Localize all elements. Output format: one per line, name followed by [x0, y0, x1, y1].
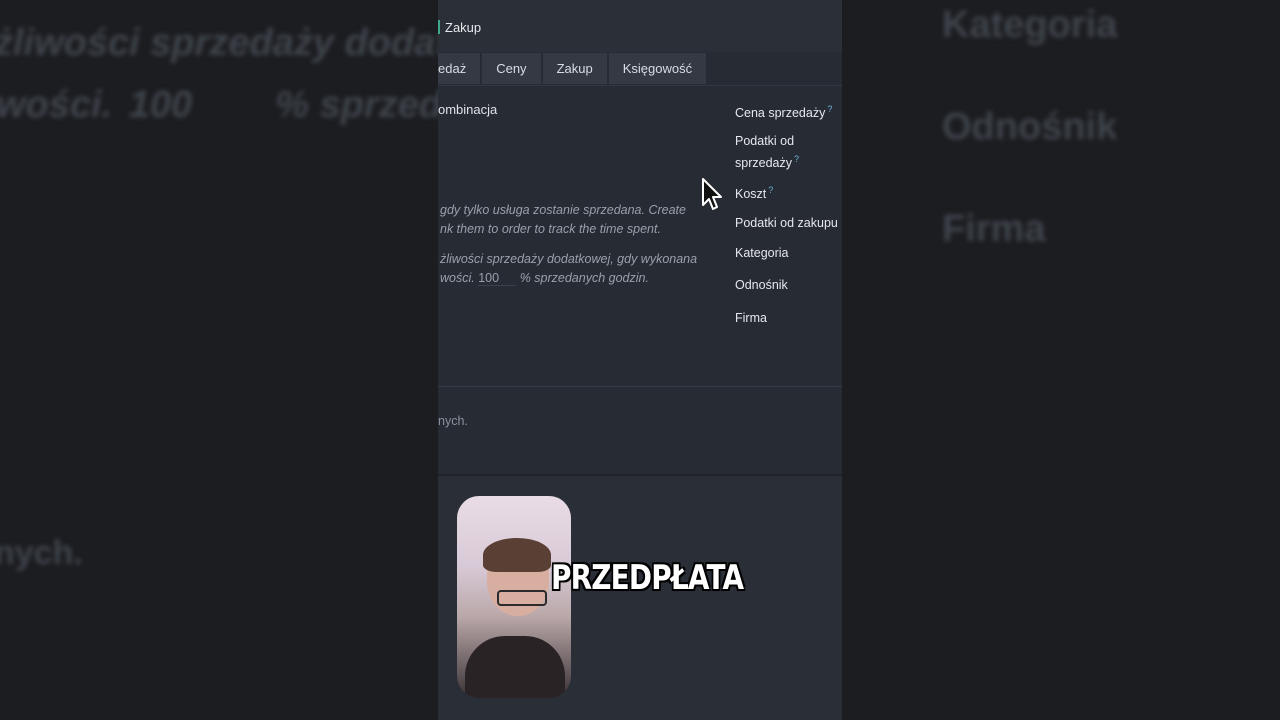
- blurred-background-right: Kategoria Odnośnik Firma: [842, 0, 1280, 720]
- percentage-input[interactable]: 100: [478, 271, 517, 286]
- person-body: [465, 636, 565, 698]
- page-title: Zakup: [445, 20, 482, 35]
- divider: [438, 386, 842, 387]
- help-icon[interactable]: ?: [768, 185, 773, 195]
- blurred-text: nych.: [0, 534, 83, 572]
- blurred-background-left: żliwości sprzedaży dodat wości. 100 % sp…: [0, 0, 438, 720]
- divider: [438, 85, 842, 86]
- help-icon[interactable]: ?: [827, 104, 832, 114]
- tab-purchase[interactable]: Zakup: [542, 53, 607, 84]
- accent-marker: [438, 20, 440, 34]
- combination-label: ombinacja: [438, 102, 498, 117]
- company-label: Firma: [735, 311, 767, 325]
- blurred-text: Odnośnik: [942, 106, 1118, 148]
- sale-price-label: Cena sprzedaży?: [735, 104, 833, 121]
- mouse-pointer-icon: [702, 178, 722, 210]
- help-text: żliwości sprzedaży dodatkowej, gdy wykon…: [440, 252, 698, 266]
- category-label: Kategoria: [735, 246, 789, 260]
- sales-taxes-label: Podatki od sprzedaży?: [735, 134, 799, 171]
- glasses: [497, 590, 547, 606]
- help-icon[interactable]: ?: [794, 154, 799, 164]
- purchase-taxes-label: Podatki od zakupu: [735, 216, 838, 230]
- help-text: gdy tylko usługa zostanie sprzedana. Cre…: [440, 203, 686, 217]
- help-text: nk them to order to track the time spent…: [440, 222, 661, 236]
- tab-accounting[interactable]: Księgowość: [608, 53, 707, 84]
- cost-label: Koszt?: [735, 185, 774, 202]
- blurred-text: Firma: [942, 208, 1046, 250]
- video-caption: PRZEDPŁATA: [551, 558, 744, 598]
- blurred-text: Kategoria: [942, 4, 1118, 46]
- help-text: wości. 100 % sprzedanych godzin.: [440, 271, 649, 286]
- footer-note: nych.: [438, 414, 468, 428]
- tab-bar: edaż Ceny Zakup Księgowość: [438, 53, 708, 84]
- blurred-text: żliwości sprzedaży dodat: [0, 22, 438, 64]
- form-header: Zakup: [438, 0, 842, 52]
- tab-sales[interactable]: edaż: [438, 53, 481, 84]
- blurred-text: wości. 100 % sprzeda: [0, 84, 438, 126]
- person-hair: [483, 538, 551, 572]
- reference-label: Odnośnik: [735, 278, 788, 292]
- tab-prices[interactable]: Ceny: [482, 53, 541, 84]
